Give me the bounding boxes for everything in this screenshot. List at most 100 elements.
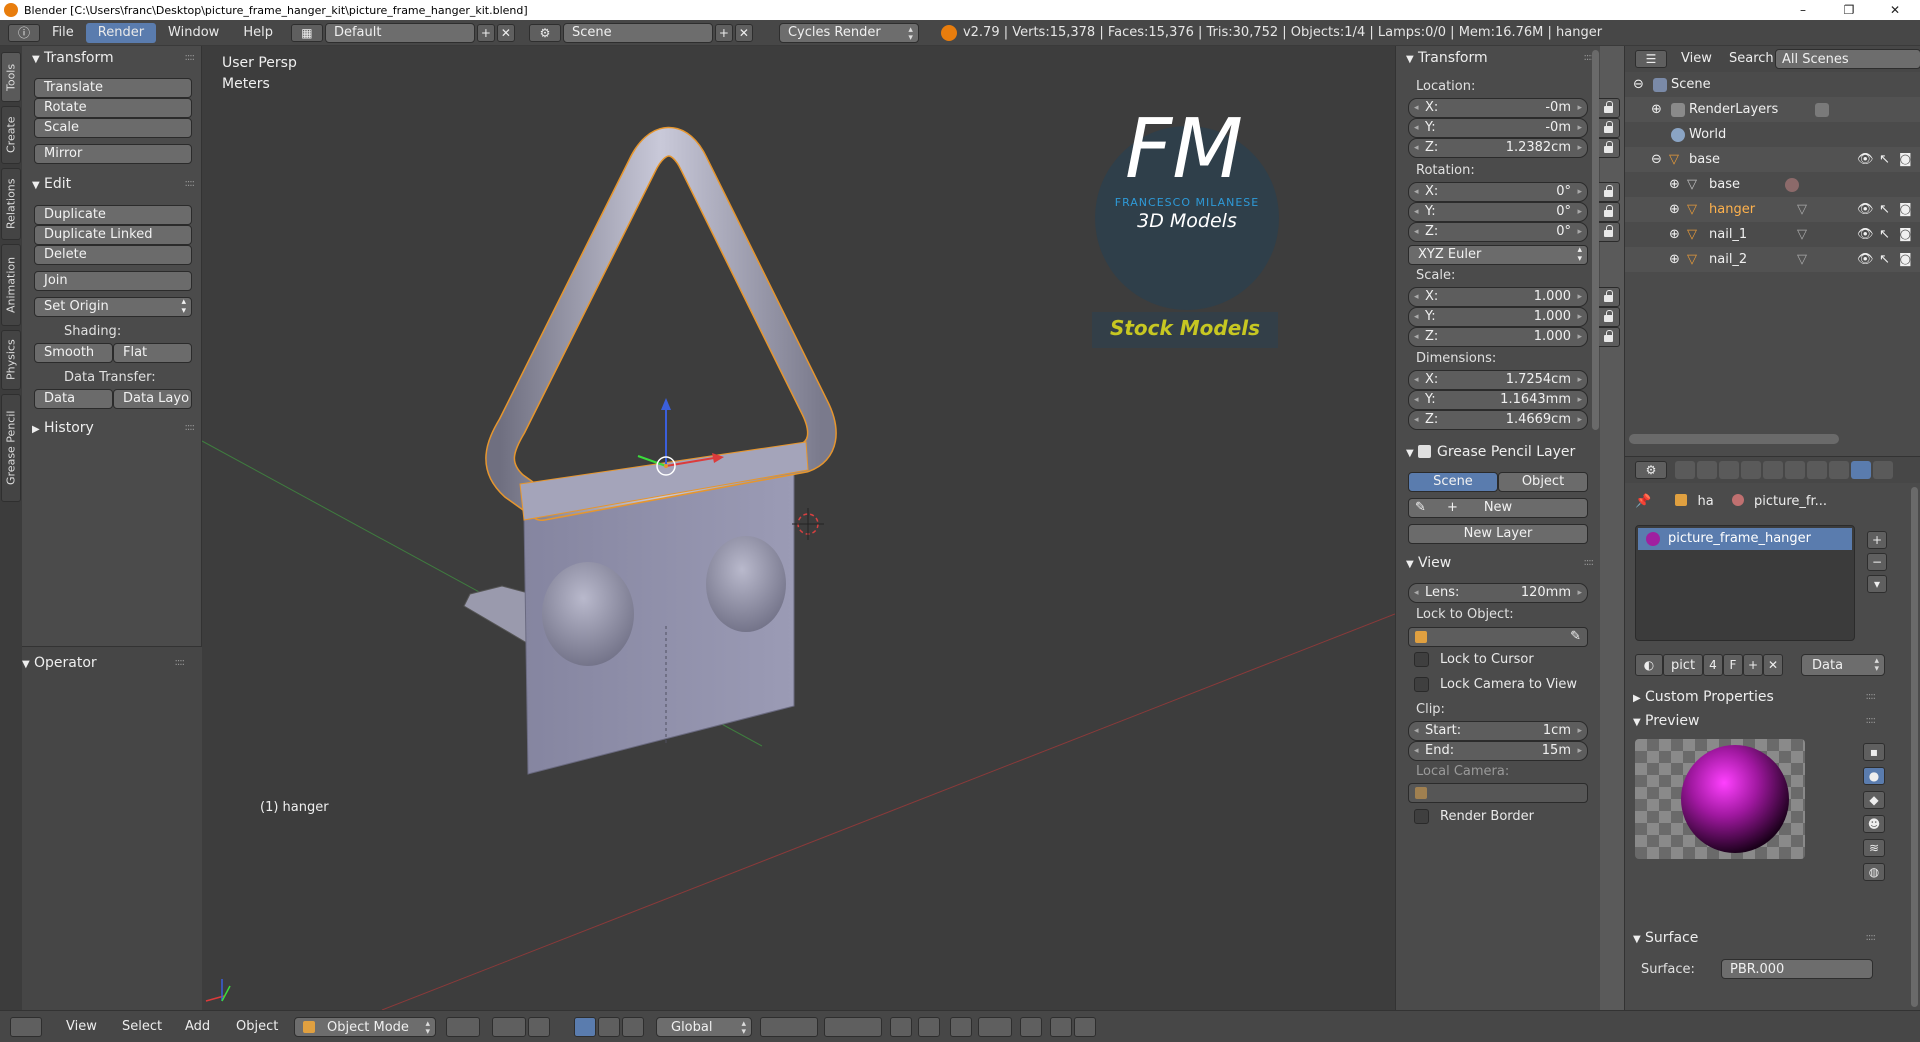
tab-render-layers-icon[interactable] — [1697, 461, 1717, 479]
scale-button[interactable]: Scale — [34, 118, 192, 138]
render-border-checkbox[interactable] — [1414, 809, 1429, 824]
join-button[interactable]: Join — [34, 271, 192, 291]
npanel-scrollbar[interactable] — [1592, 50, 1599, 430]
unlink-material-button[interactable]: ✕ — [1763, 654, 1783, 676]
scale-z-field[interactable]: ◂ Z: 1.000 ▸ — [1408, 327, 1588, 347]
pivot-point-icon[interactable] — [492, 1017, 526, 1037]
select-arrow-icon[interactable]: ↖ — [1879, 197, 1890, 222]
grease-object-button[interactable]: Object — [1498, 472, 1588, 492]
pin-icon[interactable]: 📌 — [1635, 494, 1651, 509]
view-panel-header[interactable]: ▼ View:::: — [1396, 552, 1601, 574]
clip-start-field[interactable]: ◂ Start: 1cm ▸ — [1408, 721, 1588, 741]
outliner-row-base-object[interactable]: ⊖ ▽ base 👁 ↖ ◙ — [1625, 147, 1920, 172]
snap-target-icon[interactable] — [1020, 1017, 1042, 1037]
flat-shading-button[interactable]: Flat — [113, 343, 192, 363]
menu-add[interactable]: Add — [185, 1017, 210, 1037]
history-panel-header[interactable]: ▶ History:::: — [22, 417, 202, 439]
lock-scale-y-icon[interactable] — [1596, 307, 1620, 327]
lock-location-y-icon[interactable] — [1596, 118, 1620, 138]
preview-panel-header[interactable]: ▼ Preview:::: — [1623, 710, 1883, 732]
tab-render-icon[interactable] — [1675, 461, 1695, 479]
scale-y-field[interactable]: ◂ Y: 1.000 ▸ — [1408, 307, 1588, 327]
tab-data-icon[interactable] — [1829, 461, 1849, 479]
minimize-button[interactable]: – — [1780, 0, 1826, 20]
tab-create[interactable]: Create — [1, 106, 21, 164]
expand-icon[interactable]: ⊕ — [1669, 197, 1680, 222]
drag-grip-icon[interactable]: :::: — [175, 652, 186, 674]
editor-type-properties-icon[interactable]: ⚙ — [1635, 461, 1667, 479]
outliner-row-scene[interactable]: ⊖ Scene — [1625, 72, 1920, 97]
expand-icon[interactable]: ⊕ — [1669, 172, 1680, 197]
eyedropper-icon[interactable]: ✎ — [1570, 628, 1581, 646]
location-z-field[interactable]: ◂ Z: 1.2382cm ▸ — [1408, 138, 1588, 158]
operator-panel-header[interactable]: ▼ Operator:::: — [12, 652, 192, 674]
editor-type-outliner-icon[interactable]: ☰ — [1635, 50, 1667, 68]
interaction-mode-selector[interactable]: Object Mode ▴ ▾ — [294, 1017, 436, 1037]
drag-grip-icon[interactable]: :::: — [185, 417, 196, 439]
menu-window[interactable]: Window — [156, 23, 231, 43]
add-layout-button[interactable]: + — [476, 23, 495, 42]
lock-rotation-z-icon[interactable] — [1596, 222, 1620, 242]
outliner-search-menu[interactable]: Search — [1729, 49, 1774, 69]
data-layout-button[interactable]: Data Layo — [113, 389, 192, 409]
tab-object-icon[interactable] — [1763, 461, 1783, 479]
rotation-z-field[interactable]: ◂ Z: 0° ▸ — [1408, 222, 1588, 242]
delete-layout-button[interactable]: ✕ — [496, 23, 515, 42]
tab-texture-icon[interactable] — [1873, 461, 1893, 479]
lock-location-x-icon[interactable] — [1596, 98, 1620, 118]
drag-grip-icon[interactable]: :::: — [185, 173, 196, 195]
rotation-y-field[interactable]: ◂ Y: 0° ▸ — [1408, 202, 1588, 222]
render-camera-icon[interactable]: ◙ — [1899, 147, 1912, 172]
transform-orientation-selector[interactable]: Global ▴ ▾ — [656, 1017, 752, 1037]
screen-layout-icon[interactable]: ▦ — [290, 23, 323, 42]
menu-view[interactable]: View — [66, 1017, 97, 1037]
drag-grip-icon[interactable]: :::: — [1584, 552, 1595, 574]
preview-monkey-icon[interactable]: ☻ — [1863, 815, 1885, 833]
opengl-render-icon[interactable] — [1050, 1017, 1072, 1037]
mirror-button[interactable]: Mirror — [34, 144, 192, 164]
location-y-field[interactable]: ◂ Y: -0m ▸ — [1408, 118, 1588, 138]
menu-select[interactable]: Select — [122, 1017, 162, 1037]
tab-relations[interactable]: Relations — [1, 168, 21, 240]
lock-rotation-x-icon[interactable] — [1596, 182, 1620, 202]
dimensions-x-field[interactable]: ◂ X: 1.7254cm ▸ — [1408, 370, 1588, 390]
lens-field[interactable]: ◂ Lens: 120mm ▸ — [1408, 583, 1588, 603]
outliner-row-renderlayers[interactable]: ⊕ RenderLayers — [1625, 97, 1920, 122]
snap-element-icon[interactable] — [978, 1017, 1012, 1037]
opengl-animation-icon[interactable] — [1074, 1017, 1096, 1037]
layers-grid-a-icon[interactable] — [760, 1017, 818, 1037]
outliner-h-scrollbar[interactable] — [1629, 434, 1839, 444]
transform-panel-header[interactable]: ▼ Transform:::: — [22, 47, 202, 69]
tab-physics[interactable]: Physics — [1, 330, 21, 390]
material-users-count[interactable]: 4 — [1703, 654, 1723, 676]
smooth-shading-button[interactable]: Smooth — [34, 343, 113, 363]
grease-pencil-checkbox[interactable] — [1418, 445, 1431, 458]
render-camera-icon[interactable]: ◙ — [1899, 222, 1912, 247]
render-camera-icon[interactable]: ◙ — [1899, 197, 1912, 222]
translate-button[interactable]: Translate — [34, 78, 192, 98]
fake-user-button[interactable]: F — [1723, 654, 1743, 676]
clip-end-field[interactable]: ◂ End: 15m ▸ — [1408, 741, 1588, 761]
material-name-field[interactable]: pict — [1663, 654, 1703, 676]
material-specials-button[interactable]: ▾ — [1867, 575, 1887, 593]
npanel-transform-header[interactable]: ▼ Transform:::: — [1396, 47, 1601, 69]
select-arrow-icon[interactable]: ↖ — [1879, 147, 1890, 172]
drag-grip-icon[interactable]: :::: — [1866, 927, 1877, 949]
preview-hair-icon[interactable]: ≋ — [1863, 839, 1885, 857]
lock-rotation-y-icon[interactable] — [1596, 202, 1620, 222]
rotation-mode-dropdown[interactable]: XYZ Euler ▴ ▾ — [1408, 245, 1588, 265]
scene-icon[interactable]: ⚙ — [528, 23, 561, 42]
visibility-eye-icon[interactable]: 👁 — [1857, 197, 1874, 222]
menu-file[interactable]: File — [40, 23, 86, 43]
render-camera-icon[interactable]: ◙ — [1899, 247, 1912, 272]
lock-scale-x-icon[interactable] — [1596, 287, 1620, 307]
new-material-button[interactable]: + — [1743, 654, 1763, 676]
custom-properties-header[interactable]: ▶ Custom Properties:::: — [1623, 686, 1883, 708]
delete-scene-button[interactable]: ✕ — [734, 23, 753, 42]
expand-icon[interactable]: ⊕ — [1669, 247, 1680, 272]
editor-type-info-icon[interactable]: ⓘ — [8, 23, 40, 42]
layer-lock-icon[interactable] — [890, 1017, 912, 1037]
outliner-row-world[interactable]: World — [1625, 122, 1920, 147]
outliner-row-nail-1[interactable]: ⊕ ▽ nail_1 ▽ 👁 ↖ ◙ — [1625, 222, 1920, 247]
render-engine-selector[interactable]: Cycles Render ▴ ▾ — [778, 22, 919, 43]
